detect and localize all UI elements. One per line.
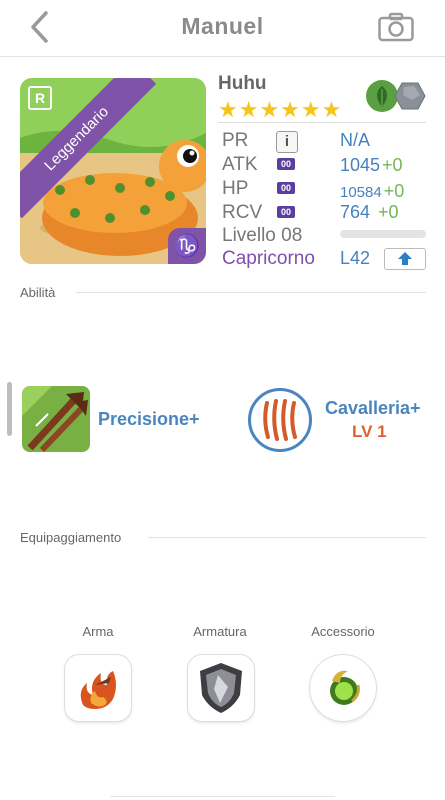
leader-skill-level: LV 1 — [352, 422, 387, 441]
star-rating: ★★★★★★ — [218, 97, 343, 122]
rcv-value: 764 +0 — [340, 202, 399, 223]
equipment-section-label: Equipaggiamento — [20, 530, 122, 545]
hp-label: HP — [222, 178, 249, 199]
level-up-button[interactable] — [384, 248, 426, 270]
armor-shield-icon — [200, 663, 242, 713]
abilities-divider — [76, 292, 426, 293]
hp-number: 10584 — [340, 184, 382, 201]
creature-portrait[interactable]: Leggendario R ♑ — [20, 78, 206, 264]
weapon-slot-label: Arma — [82, 624, 114, 639]
abilities-section-label: Abilità — [20, 285, 56, 300]
weapon-slot[interactable] — [65, 655, 131, 721]
creature-name: Huhu — [218, 73, 267, 94]
camera-icon[interactable] — [378, 12, 414, 42]
rcv-badge: 00 — [277, 206, 295, 218]
atk-number: 1045 — [340, 155, 381, 175]
armor-slot[interactable] — [188, 655, 254, 721]
level-label: Livello 08 — [222, 225, 303, 246]
hp-value: 10584 +0 — [340, 181, 404, 202]
scrollbar-thumb[interactable] — [7, 382, 12, 436]
rcv-number: 764 — [340, 202, 371, 222]
hp-badge: 00 — [277, 182, 295, 194]
bottom-divider — [110, 796, 335, 797]
accessory-slot[interactable] — [310, 655, 376, 721]
rcv-bonus: +0 — [378, 202, 399, 222]
arrow-up-stem — [402, 258, 408, 265]
green-orb-accessory-icon — [330, 670, 360, 705]
top-bar: Manuel — [0, 0, 445, 57]
atk-badge: 00 — [277, 158, 295, 170]
arrows-skill-icon[interactable] — [22, 386, 90, 452]
fire-weapon-icon — [80, 671, 116, 709]
armor-slot-label: Armatura — [193, 624, 247, 639]
hp-bonus: +0 — [383, 181, 405, 201]
rcv-label: RCV — [222, 202, 263, 223]
pr-label: PR — [222, 130, 249, 151]
pr-value: N/A — [340, 130, 371, 150]
info-icon[interactable]: i — [276, 131, 298, 153]
atk-value: 1045 +0 — [340, 155, 403, 176]
rock-element-icon — [394, 82, 426, 110]
active-skill-name[interactable]: Precisione+ — [98, 409, 200, 430]
claw-marks-icon[interactable] — [248, 388, 312, 452]
leader-skill-name[interactable]: Cavalleria+ — [325, 398, 421, 419]
atk-label: ATK — [222, 154, 258, 175]
rarity-badge: R — [28, 86, 52, 110]
atk-bonus: +0 — [382, 155, 403, 175]
zodiac-badge-icon: ♑ — [168, 228, 206, 264]
equipment-divider — [148, 537, 426, 538]
level-progress-bar — [340, 230, 426, 238]
accessory-slot-label: Accessorio — [311, 624, 375, 639]
level-cap: L42 — [340, 248, 371, 268]
zodiac-name: Capricorno — [222, 248, 315, 269]
stats-divider — [218, 122, 426, 123]
